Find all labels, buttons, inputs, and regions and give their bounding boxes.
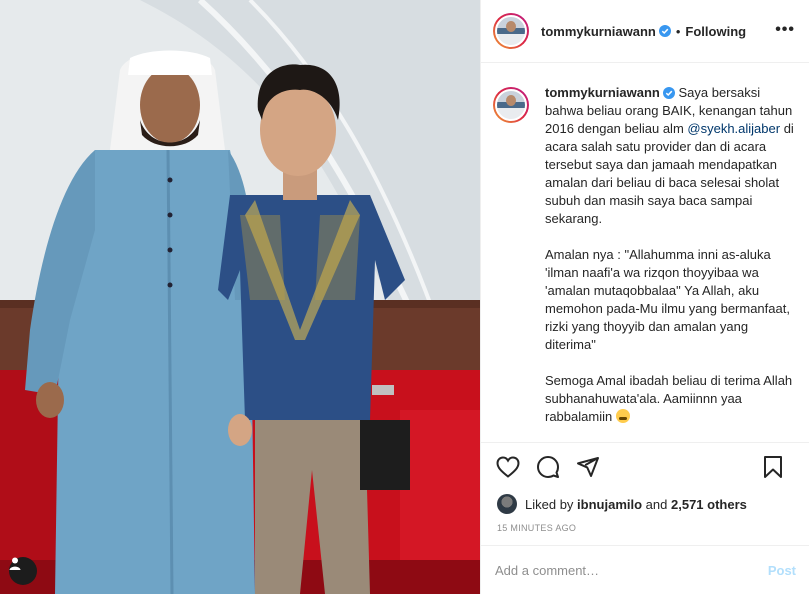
- comment-input[interactable]: [495, 562, 768, 578]
- post-header: tommykurniawann • Following •••: [481, 0, 809, 63]
- liker-username[interactable]: ibnujamilo: [577, 497, 642, 512]
- comment-button[interactable]: [535, 454, 561, 480]
- photo-image: [0, 0, 480, 594]
- caption-area: tommykurniawann Saya bersaksi bahwa beli…: [481, 64, 809, 442]
- post-comment-button[interactable]: Post: [768, 563, 796, 578]
- likes-prefix: Liked by: [525, 496, 574, 512]
- share-button[interactable]: [575, 454, 601, 480]
- like-button[interactable]: [495, 454, 521, 480]
- author-avatar[interactable]: [493, 13, 529, 49]
- likes-middle: and: [645, 496, 668, 512]
- comment-icon: [537, 456, 559, 478]
- more-options-button[interactable]: •••: [775, 22, 795, 38]
- likes-summary: Liked by ibnujamilo and 2,571 others: [481, 491, 809, 517]
- separator-dot: •: [675, 23, 681, 39]
- user-tag-button[interactable]: [9, 557, 37, 585]
- caption-username[interactable]: tommykurniawann: [545, 85, 660, 100]
- crying-emoji-icon: [615, 409, 630, 423]
- heart-icon: [496, 456, 520, 478]
- action-icons-row: [481, 443, 809, 491]
- post-side-panel: tommykurniawann • Following ••• tommykur…: [480, 0, 809, 594]
- bookmark-icon: [764, 456, 782, 478]
- caption-author-avatar[interactable]: [493, 87, 529, 123]
- caption-text: tommykurniawann Saya bersaksi bahwa beli…: [545, 84, 796, 426]
- post-timestamp[interactable]: 15 MINUTES AGO: [481, 523, 809, 533]
- comment-form: Post: [481, 545, 809, 594]
- caption-mention-link[interactable]: @syekh.alijaber: [687, 121, 780, 136]
- likes-count-link[interactable]: 2,571 others: [671, 497, 747, 512]
- share-icon: [577, 457, 599, 477]
- post-photo[interactable]: [0, 0, 480, 594]
- caption-row: tommykurniawann Saya bersaksi bahwa beli…: [493, 84, 796, 426]
- caption-body-part-2: di acara salah satu provider dan di acar…: [545, 121, 794, 424]
- user-tag-icon: [9, 557, 21, 570]
- save-button[interactable]: [760, 454, 786, 480]
- following-button[interactable]: Following: [685, 24, 746, 39]
- liker-avatar[interactable]: [497, 494, 517, 514]
- verified-badge-icon: [662, 87, 675, 99]
- verified-badge-icon: [658, 25, 671, 37]
- author-username[interactable]: tommykurniawann: [541, 24, 656, 39]
